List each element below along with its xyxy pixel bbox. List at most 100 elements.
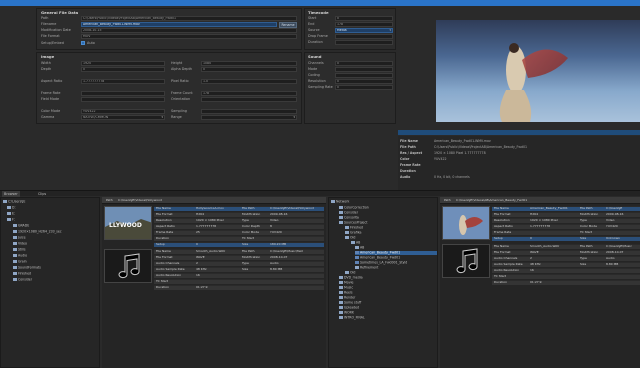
depth-field[interactable]: 0 [81,67,165,72]
tree-item[interactable]: SoundFormats [13,266,41,270]
mode-field[interactable] [335,67,393,72]
filename-field[interactable]: American_Beauty_Fwd01-WMV.mov [81,22,277,27]
r2-v23: 8.80 MB [606,262,619,266]
r2-v1: WAVE [530,250,539,254]
tree-item[interactable]: Old [345,236,355,240]
width-field[interactable]: 1920 [81,61,165,66]
tc-source-dropdown[interactable]: Media ▾ [335,28,393,33]
moddate-field[interactable]: 2008-10-15 [81,28,297,33]
tc-drop-field[interactable] [335,34,393,39]
resolution-field[interactable]: 0 [335,79,393,84]
path-label: Path [106,198,113,202]
coding-field[interactable] [335,73,393,78]
tree-item[interactable]: ColorCorrection [339,206,369,210]
orientation-field[interactable] [201,97,297,102]
tree-item[interactable]: Refinement [355,266,378,270]
tree-item[interactable]: Movie [339,281,353,285]
tree-item[interactable]: Render [339,296,355,300]
tree-item[interactable]: Consider [13,278,32,282]
sampling-field[interactable] [201,109,297,114]
fi-value-1: C:\Users\Public\Videos\ProjectAB\America… [434,145,528,149]
tree-item[interactable]: Audio [13,254,27,258]
l1-v0: Hollywood-LA.mov [196,206,224,210]
tree-item[interactable]: F: [7,218,15,222]
tree-item-selected[interactable]: American_Beauty_Fwd01 [355,251,437,255]
tree-item[interactable]: Finished [345,226,363,230]
setup-checkbox[interactable] [81,41,85,45]
l1-k25: TC Start [242,236,255,240]
coding-label: Coding [308,73,320,77]
tree-item-label: DVD_media [344,275,363,280]
thumbnail-hollywood[interactable]: LLYWOOD [104,206,152,240]
tree-item[interactable]: E: [7,212,15,216]
rename-button[interactable]: Rename [279,21,297,28]
tree-item[interactable]: DVD_media [339,276,363,280]
tc-drop-label: Drop Frame [308,34,328,38]
tc-duration-label: Duration [308,40,323,44]
tree-item[interactable]: Consider [339,211,358,215]
l1-k0: File Name [156,206,171,210]
thumbnail-woman[interactable] [442,206,490,240]
width-label: Width [41,61,51,65]
tree-item[interactable]: Juice [13,236,26,240]
tree-item[interactable]: Some stuff [339,301,361,305]
thumbnail-audio[interactable] [104,249,152,283]
colormode-field[interactable]: YUV422 [81,109,165,114]
gamma-dropdown[interactable]: NATIVE/CMMON ▾ [81,115,165,120]
folder-icon [339,311,343,314]
tree-item[interactable]: AB [355,246,364,250]
tree-item[interactable]: Sometimes_LA_Fwd001_Styld [355,261,407,265]
folder-icon [355,246,359,249]
tree-item[interactable]: Grafika [345,231,362,235]
aspect-field[interactable]: 1.777777778 [81,79,165,84]
tree-item[interactable]: Uploaded [339,306,359,310]
l1-v4: 25 [196,230,200,234]
tree-item[interactable]: GRADE [13,224,29,228]
aspect-label: Aspect Ratio [41,79,63,83]
tc-start-field[interactable]: 0 [335,16,393,21]
l2-k6: Duration [156,285,170,289]
range-dropdown[interactable]: ▾ [201,115,297,120]
thumbnail-audio[interactable] [442,244,490,278]
tree-item[interactable]: Music [339,286,353,290]
tree-item[interactable]: D: [7,206,16,210]
list-row [154,255,324,260]
framerate-field[interactable] [81,91,165,96]
fileformat-field[interactable]: MOV [81,34,297,39]
tree-item[interactable]: Old [345,271,355,275]
tree-item[interactable]: Grain [13,260,27,264]
tree-item-label: 1920×1080_H264_233_sec [18,229,62,234]
tree-item[interactable]: WORK [339,311,354,315]
list-row [492,274,640,279]
tree-header-label: C:\Users\JE [8,199,26,204]
pixel-field[interactable]: 1.0 [201,79,297,84]
tree-item[interactable]: Stills [13,248,26,252]
tree-item[interactable]: 1920×1080_H264_233_sec [13,230,62,234]
tc-end-field[interactable]: 178 [335,22,393,27]
framecount-field[interactable]: 178 [201,91,297,96]
samplingrate-field[interactable]: 0 [335,85,393,90]
tree-item[interactable]: Reels [339,291,353,295]
tree-item[interactable]: American_Beauty_Fwd01 [355,256,400,260]
tc-duration-field[interactable] [335,40,393,45]
height-field[interactable]: 1080 [201,61,297,66]
path-field[interactable]: C:\Users\Public\Videos\ProjectAB\America… [81,16,297,21]
l2-k22: Type [242,261,249,265]
tree-item[interactable]: AB [351,241,360,245]
r2-v3: 48 KHz [530,262,541,266]
field-field[interactable] [81,97,165,102]
r1-v3: 1.777777778 [530,224,551,228]
alpha-field[interactable]: 0 [201,67,297,72]
tree-item[interactable]: Consolita [339,216,359,220]
r1-v23: YUV420 [606,224,618,228]
channels-field[interactable]: 0 [335,61,393,66]
tree-item[interactable]: INTRO_FINAL [339,316,365,320]
path-value: C:\Users\JE\Videos\AB\American_Beauty_Fw… [456,198,528,202]
tree-item[interactable]: Finished [13,272,31,276]
tree-item[interactable]: SourcesProject [339,221,368,225]
tree-item[interactable]: Video [13,242,27,246]
fi-value-0: American_Beauty_Fwd01-WMV.mov [434,139,491,143]
fileinfo-header [398,130,640,135]
r1-k3: Aspect Ratio [494,224,513,228]
fi-label-6: Audio [400,175,411,179]
